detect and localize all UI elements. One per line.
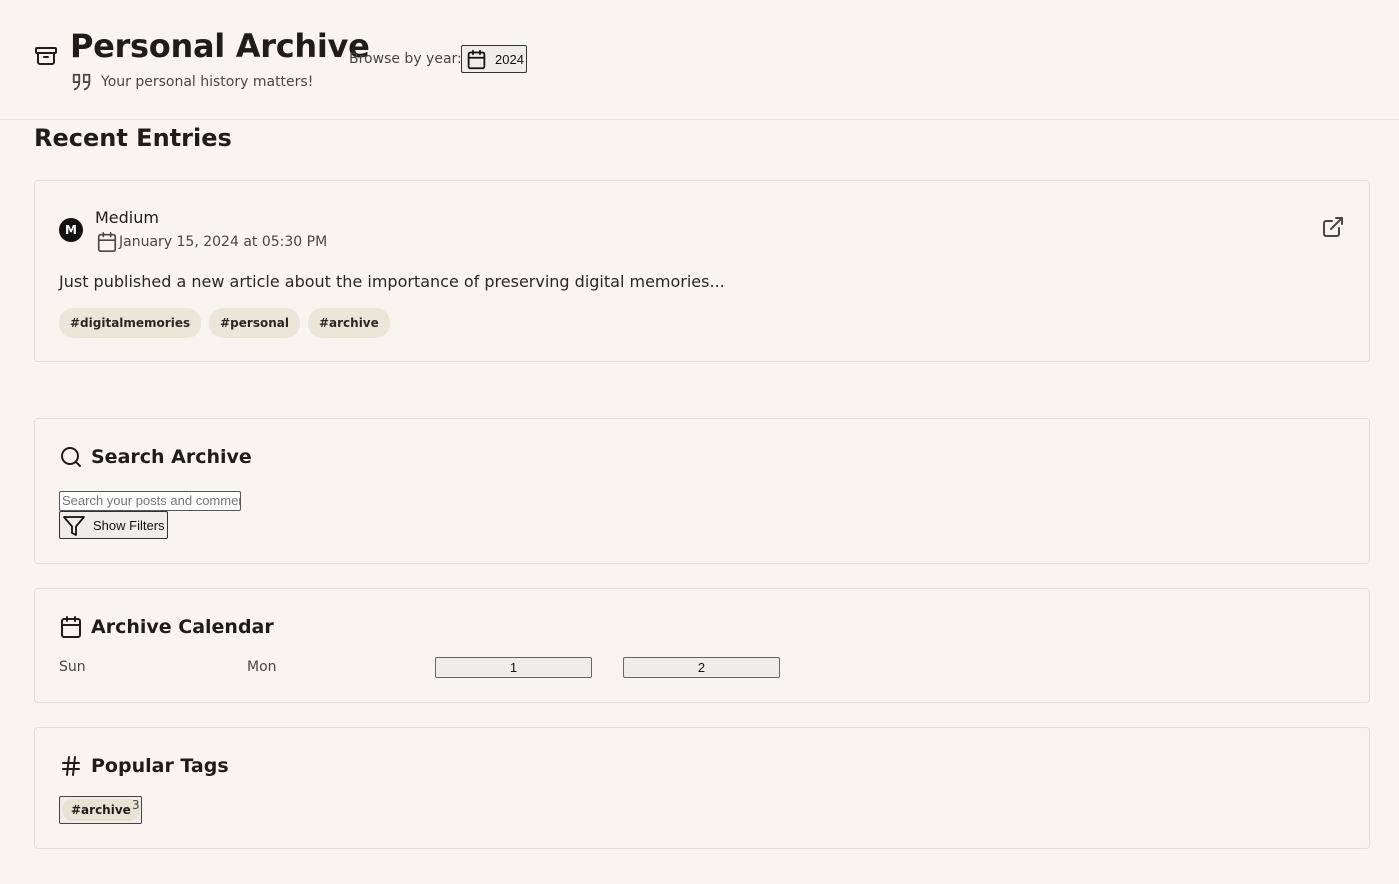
day-header-mon: Mon [247,659,277,675]
popular-tag-label: #archive [62,799,140,821]
avatar: M [59,218,83,242]
tag-pill[interactable]: #personal [209,308,300,338]
entry-tags: #digitalmemories #personal #archive [59,308,390,338]
show-filters-label: Show Filters [93,518,165,533]
year-select-button[interactable]: 2024 [461,45,527,73]
entry-date: January 15, 2024 at 05:30 PM [119,234,328,250]
tag-pill[interactable]: #digitalmemories [59,308,202,338]
browse-year-label: Browse by year: [349,51,462,67]
popular-tags-heading: Popular Tags [91,755,229,777]
tagline: Your personal history matters! [101,74,314,90]
popular-tag-count: 3 [132,798,140,812]
search-card: Search Archive Search your posts and com… [34,418,1370,564]
entry-text: Just published a new article about the i… [59,272,725,291]
entry-source: Medium [95,208,159,227]
calendar-icon [467,49,486,70]
popular-tag-button[interactable]: #archive 3 [59,796,142,824]
recent-entries-heading: Recent Entries [34,124,232,152]
external-link-icon[interactable] [1321,215,1345,239]
day-header-sun: Sun [59,659,86,675]
show-filters-button[interactable]: Show Filters [59,511,168,539]
page-header: Personal Archive Your personal history m… [0,0,1399,120]
calendar-day-button[interactable]: 2 [623,657,780,678]
calendar-icon [61,616,81,638]
calendar-heading: Archive Calendar [91,616,274,638]
quote-icon [72,73,91,91]
filter-icon [63,516,85,536]
tag-pill[interactable]: #archive [307,308,390,338]
search-input[interactable]: Search your posts and comments... [59,491,241,511]
year-value: 2024 [495,52,524,67]
search-icon [61,447,81,467]
search-heading: Search Archive [91,446,252,468]
entry-card: M Medium January 15, 2024 at 05:30 PM Ju… [34,180,1370,362]
calendar-card: Archive Calendar Sun Mon 1 2 [34,588,1370,703]
archive-box-icon [35,47,57,65]
page-title: Personal Archive [70,27,370,65]
hash-icon [62,756,80,776]
calendar-day-button[interactable]: 1 [435,657,592,678]
popular-tags-card: Popular Tags #archive 3 [34,727,1370,849]
calendar-icon [97,232,117,252]
